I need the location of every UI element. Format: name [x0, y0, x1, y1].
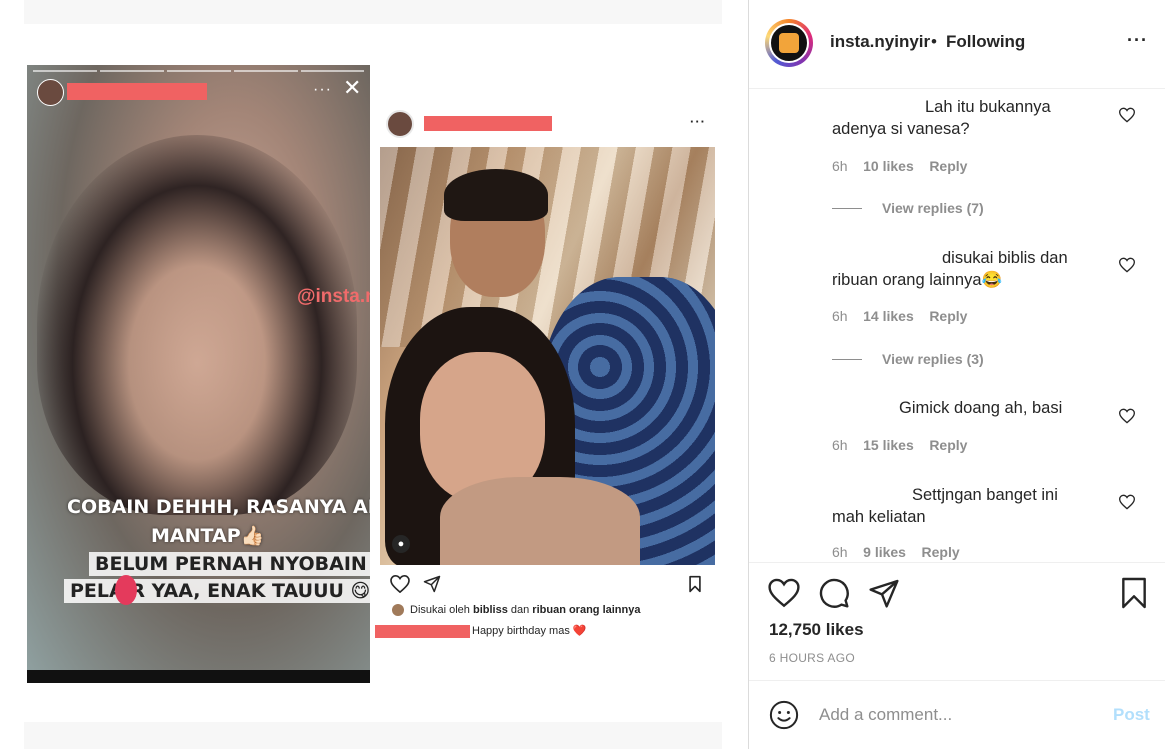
more-icon[interactable]: ··· — [313, 81, 332, 99]
comment-likes[interactable]: 14 likes — [863, 308, 914, 324]
redacted-username — [424, 116, 552, 131]
comments-list[interactable]: Lah itu bukannya adenya si vanesa? 6h 10… — [749, 89, 1165, 561]
caption-text: Happy birthday mas — [472, 625, 573, 637]
story-screenshot: ··· ✕ @insta.nyinyir COBAIN DEHHH, RASAN… — [27, 65, 370, 683]
reply-button[interactable]: Reply — [929, 308, 967, 324]
bookmark-icon[interactable] — [688, 575, 702, 593]
story-caption-3: BELUM PERNAH NYOBAIN — [89, 552, 370, 576]
header-separator: • — [931, 32, 937, 51]
heart-icon[interactable] — [768, 577, 800, 609]
feed-caption: Happy birthday mas ❤️ — [472, 624, 587, 637]
woman-body — [440, 477, 640, 565]
heart-icon[interactable] — [1119, 257, 1135, 273]
comment-text: Lah itu bukannya adenya si vanesa? — [832, 96, 1092, 140]
comment-meta: 6h 14 likes Reply — [832, 308, 967, 324]
post-button[interactable]: Post — [1113, 705, 1150, 725]
reply-button[interactable]: Reply — [929, 437, 967, 453]
comment-text: Gimick doang ah, basi — [899, 399, 1063, 417]
comment-text: disukai biblis dan ribuan orang lainnya😂 — [832, 247, 1102, 291]
heart-icon[interactable] — [1119, 107, 1135, 123]
following-button[interactable]: Following — [946, 32, 1025, 52]
liker-avatar — [392, 604, 404, 616]
smile-icon[interactable] — [769, 700, 799, 730]
feed-avatar — [386, 110, 414, 138]
comment-meta: 6h 9 likes Reply — [832, 544, 960, 560]
more-options-icon[interactable]: ··· — [1127, 30, 1148, 51]
comment-time: 6h — [832, 437, 848, 453]
comment-time: 6h — [832, 544, 848, 560]
comment-text: Settjngan banget ini mah keliatan — [832, 484, 1092, 528]
post-timestamp: 6 HOURS AGO — [769, 651, 855, 665]
share-icon[interactable] — [423, 575, 441, 593]
likes-count[interactable]: 12,750 likes — [769, 620, 864, 640]
bottom-strip — [24, 722, 722, 749]
post-media-area: ··· ✕ @insta.nyinyir COBAIN DEHHH, RASAN… — [0, 0, 748, 749]
heart-icon[interactable] — [390, 575, 410, 593]
story-caption-4: PELA R YAA, ENAK TAUUU 😋 — [64, 579, 370, 603]
reply-button[interactable]: Reply — [922, 544, 960, 560]
replies-line — [832, 359, 862, 360]
view-replies-button[interactable]: View replies (7) — [882, 200, 984, 216]
avatar[interactable] — [769, 23, 809, 63]
redacted-username — [67, 83, 207, 100]
story-progress-4 — [234, 70, 298, 72]
man-hair — [444, 169, 548, 221]
replies-line — [832, 208, 862, 209]
feed-photo: ● — [380, 147, 715, 565]
story-portrait — [37, 135, 357, 515]
header-username[interactable]: insta.nyinyir — [830, 32, 930, 52]
top-strip — [24, 0, 722, 24]
story-progress-5 — [301, 70, 364, 72]
actions-divider — [749, 562, 1165, 563]
story-progress-2 — [100, 70, 164, 72]
comment-time: 6h — [832, 308, 848, 324]
heart-icon[interactable] — [1119, 408, 1135, 424]
comment-likes[interactable]: 15 likes — [863, 437, 914, 453]
user-tag-icon[interactable]: ● — [392, 535, 410, 553]
story-progress-3 — [167, 70, 231, 72]
comment-likes[interactable]: 10 likes — [863, 158, 914, 174]
story-avatar — [37, 79, 64, 106]
likes-mid: dan — [507, 604, 533, 616]
story-caption-2: MANTAP👍🏻 — [151, 525, 265, 547]
avatar-logo — [779, 33, 799, 53]
likes-prefix: Disukai oleh — [410, 604, 473, 616]
story-caption-1: COBAIN DEHHH, RASANYA AHH — [67, 496, 370, 518]
censor-blob — [115, 575, 137, 605]
bookmark-icon[interactable] — [1118, 577, 1150, 609]
watermark: @insta.nyinyir — [297, 286, 370, 307]
comment-icon[interactable] — [818, 577, 850, 609]
comment-time: 6h — [832, 158, 848, 174]
likes-user[interactable]: bibliss — [473, 604, 508, 616]
view-replies-button[interactable]: View replies (3) — [882, 351, 984, 367]
likes-others[interactable]: ribuan orang lainnya — [532, 604, 640, 616]
comment-box-divider — [749, 680, 1165, 681]
more-icon[interactable]: ··· — [690, 114, 706, 129]
comment-input[interactable] — [819, 703, 1099, 727]
story-progress-1 — [33, 70, 97, 72]
story-bottom-bar — [27, 670, 370, 683]
comment-likes[interactable]: 9 likes — [863, 544, 906, 560]
comment-meta: 6h 15 likes Reply — [832, 437, 967, 453]
reply-button[interactable]: Reply — [929, 158, 967, 174]
comment-meta: 6h 10 likes Reply — [832, 158, 967, 174]
share-icon[interactable] — [868, 577, 900, 609]
heart-icon[interactable] — [1119, 494, 1135, 510]
redacted-username — [375, 625, 470, 638]
feed-likes-text: Disukai oleh bibliss dan ribuan orang la… — [410, 604, 640, 616]
close-icon[interactable]: ✕ — [343, 77, 361, 99]
heart-emoji: ❤️ — [572, 625, 587, 637]
